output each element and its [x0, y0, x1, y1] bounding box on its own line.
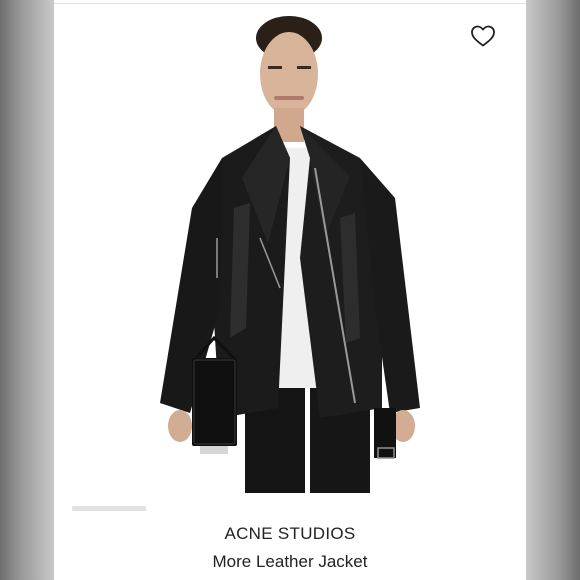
top-divider [54, 3, 526, 4]
product-card: ACNE STUDIOS More Leather Jacket [54, 0, 526, 580]
right-blur-margin [526, 0, 580, 580]
product-brand: ACNE STUDIOS [224, 524, 356, 543]
heart-icon[interactable] [470, 24, 496, 48]
left-blur-margin [0, 0, 54, 580]
product-title: More Leather Jacket [212, 552, 368, 571]
product-image[interactable] [150, 8, 440, 493]
image-page-indicator [72, 506, 146, 511]
